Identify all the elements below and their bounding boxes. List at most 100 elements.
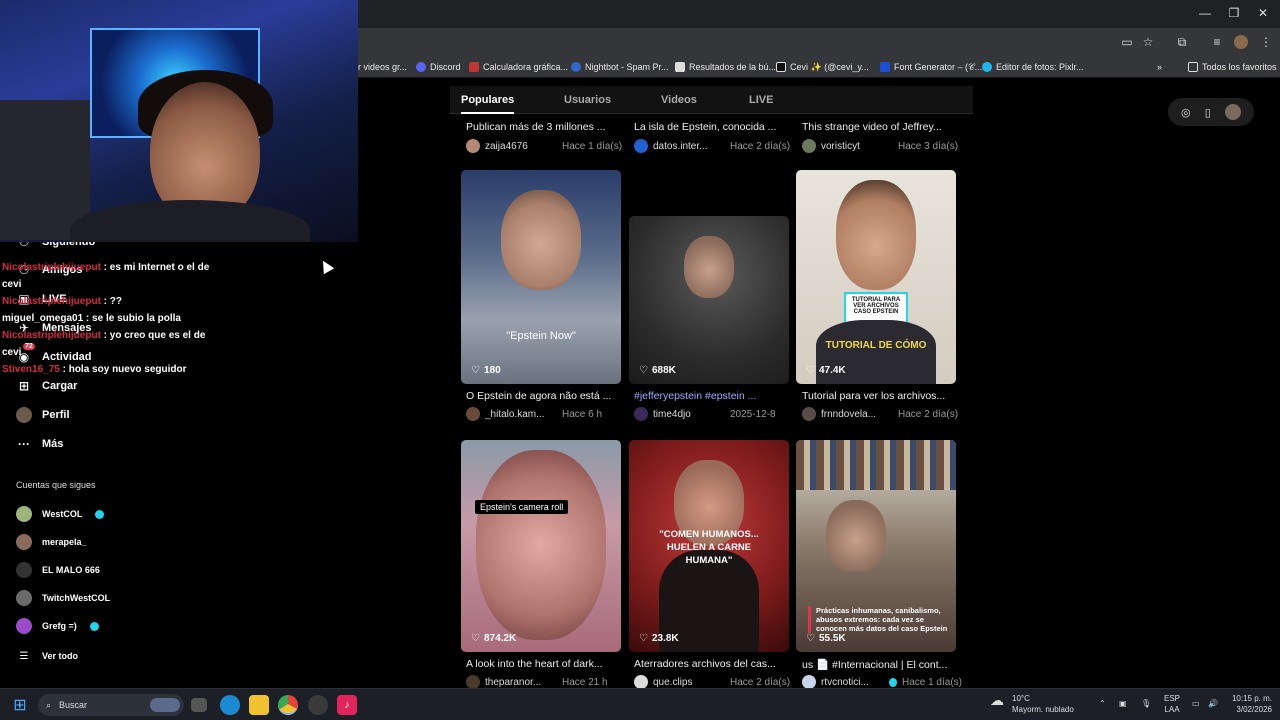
tab-live[interactable]: LIVE <box>749 94 773 106</box>
tiktok-app-icon[interactable]: ♪ <box>337 695 357 715</box>
heart-icon: ♡ <box>806 633 815 644</box>
phone-icon[interactable]: ▯ <box>1205 106 1211 119</box>
following-account[interactable]: TwitchWestCOL <box>16 590 110 606</box>
tab-usuarios[interactable]: Usuarios <box>564 94 611 106</box>
following-account[interactable]: merapela_ <box>16 534 87 550</box>
all-bookmarks-button[interactable]: Todos los favoritos <box>1188 60 1277 74</box>
cast-icon[interactable]: ▭ <box>1120 35 1134 49</box>
avatar <box>802 675 816 689</box>
video-title[interactable]: O Epstein de agora não está ... <box>466 390 621 402</box>
bookmark-item[interactable]: Cevi ✨ (@cevi_y... <box>776 60 869 74</box>
video-title[interactable]: Publican más de 3 millones ... <box>466 121 621 133</box>
tiktok-icon <box>776 62 786 72</box>
sidebar-item-upload[interactable]: ⊞ Cargar <box>16 378 78 394</box>
video-title[interactable]: Tutorial para ver los archivos... <box>802 390 957 402</box>
chat-message: Stiven16_75 : hola soy nuevo seguidor <box>2 364 187 375</box>
volume-icon[interactable]: 🔊 <box>1208 698 1218 709</box>
bookshelf-shape <box>796 440 956 490</box>
folder-icon <box>1188 62 1198 72</box>
search-icon: ⌕ <box>46 699 52 710</box>
network-icon[interactable]: ▭ <box>1192 698 1200 709</box>
video-card[interactable]: TUTORIAL PARA VER ARCHIVOS CASO EPSTEIN … <box>796 170 956 384</box>
bookmark-star-icon[interactable]: ☆ <box>1141 35 1155 49</box>
following-account[interactable]: WestCOL <box>16 506 105 522</box>
file-explorer-icon[interactable] <box>249 695 269 715</box>
maximize-icon[interactable]: ❐ <box>1219 6 1249 20</box>
bookmark-item[interactable]: r videos gr... <box>358 60 407 74</box>
video-author[interactable]: frnndovela... Hace 2 día(s) <box>802 407 962 421</box>
tab-videos[interactable]: Videos <box>661 94 697 106</box>
clock[interactable]: 10:15 p. m. 3/02/2026 <box>1228 693 1272 715</box>
verified-badge-icon <box>889 677 897 687</box>
video-title[interactable]: #jefferyepstein #epstein ... <box>634 390 789 402</box>
taskbar-search[interactable]: ⌕ Buscar <box>38 694 184 716</box>
bookmark-item[interactable]: Discord <box>416 60 461 74</box>
like-count: ♡ 688K <box>639 365 676 376</box>
video-title[interactable]: This strange video of Jeffrey... <box>802 121 957 133</box>
avatar <box>466 407 480 421</box>
video-author[interactable]: zaija4676 Hace 1 día(s) <box>466 139 626 153</box>
user-avatar-icon[interactable] <box>1224 104 1241 120</box>
edge-icon[interactable] <box>220 695 240 715</box>
close-icon[interactable]: ✕ <box>1248 6 1278 20</box>
video-card[interactable]: Epstein's camera roll ♡ 874.2K <box>461 440 621 652</box>
weather-widget[interactable]: 10°C Mayorm. nublado <box>1012 693 1074 715</box>
mouse-cursor-icon <box>317 257 335 275</box>
microphone-icon[interactable]: 🎙 <box>1141 698 1151 709</box>
menu-dots-icon[interactable]: ⋮ <box>1259 35 1273 49</box>
chevron-up-icon[interactable]: ⌃ <box>1099 698 1106 709</box>
task-view-icon[interactable] <box>191 698 207 712</box>
media-icon[interactable]: ≡ <box>1210 35 1224 49</box>
extensions-icon[interactable]: ⧉ <box>1175 35 1189 49</box>
chat-message: miguel_omega01 : se le subio la polla <box>2 313 181 324</box>
bookmark-item[interactable]: Resultados de la bú... <box>675 60 776 74</box>
video-title[interactable]: La isla de Epstein, conocida ... <box>634 121 789 133</box>
language-indicator[interactable]: ESP LAA <box>1164 693 1180 715</box>
bookmark-item[interactable]: Nightbot - Spam Pr... <box>571 60 669 74</box>
video-author[interactable]: theparanor... Hace 21 h <box>466 675 626 689</box>
video-card[interactable]: "Epstein Now" ♡ 180 <box>461 170 621 384</box>
video-title[interactable]: Aterradores archivos del cas... <box>634 658 789 670</box>
avatar <box>634 675 648 689</box>
floating-toolbar: ◎ ▯ <box>1168 98 1254 126</box>
bookmark-item[interactable]: Calculadora gráfica... <box>469 60 568 74</box>
video-title[interactable]: A look into the heart of dark... <box>466 658 621 670</box>
profile-avatar-icon[interactable] <box>1234 35 1248 49</box>
avatar <box>16 506 32 522</box>
minimize-icon[interactable]: — <box>1190 6 1220 20</box>
video-author[interactable]: rtvcnotici... Hace 1 día(s) <box>802 675 962 689</box>
sidebar-item-profile[interactable]: Perfil <box>16 407 70 423</box>
video-title[interactable]: us 📄 #Internacional | El cont... <box>802 658 957 671</box>
search-tabs: Populares Usuarios Videos LIVE <box>450 86 973 114</box>
video-author[interactable]: que.clips Hace 2 día(s) <box>634 675 794 689</box>
following-account[interactable]: Grefg =) <box>16 618 99 634</box>
chrome-icon[interactable] <box>278 695 298 715</box>
obs-icon[interactable] <box>308 695 328 715</box>
video-author[interactable]: time4djo 2025-12-8 <box>634 407 794 421</box>
chevron-right-icon[interactable]: » <box>1157 60 1162 74</box>
windows-start-icon[interactable]: ⊞ <box>10 695 30 715</box>
video-author[interactable]: voristicyt Hace 3 día(s) <box>802 139 962 153</box>
app-tray-icon[interactable]: ▣ <box>1119 698 1127 709</box>
video-card[interactable]: Prácticas inhumanas, canibalismo, abusos… <box>796 440 956 652</box>
verified-badge-icon <box>95 509 105 519</box>
font-generator-icon <box>880 62 890 72</box>
video-author[interactable]: _hitalo.kam... Hace 6 h <box>466 407 626 421</box>
see-all-button[interactable]: ☰ Ver todo <box>16 648 79 664</box>
video-card[interactable]: "COMEN HUMANOS... HUELEN A CARNE HUMANA"… <box>629 440 789 652</box>
weather-icon: ☁ <box>990 692 1004 708</box>
following-account[interactable]: EL MALO 666 <box>16 562 100 578</box>
avatar <box>16 562 32 578</box>
compass-icon[interactable]: ◎ <box>1181 106 1191 119</box>
bookmark-item[interactable]: Editor de fotos: Pixlr... <box>982 60 1084 74</box>
bookmark-item[interactable]: Font Generator – (𝒞... <box>880 60 982 74</box>
chat-message: Nicolastriplehijueput : ?? <box>2 296 123 307</box>
avatar <box>466 675 480 689</box>
video-card[interactable]: ♡ 688K <box>629 216 789 384</box>
sidebar-item-more[interactable]: ··· Más <box>16 436 63 452</box>
tab-populares[interactable]: Populares <box>461 94 515 114</box>
avatar <box>802 407 816 421</box>
streamer-shirt <box>70 200 310 242</box>
pixlr-icon <box>982 62 992 72</box>
video-author[interactable]: datos.inter... Hace 2 día(s) <box>634 139 794 153</box>
